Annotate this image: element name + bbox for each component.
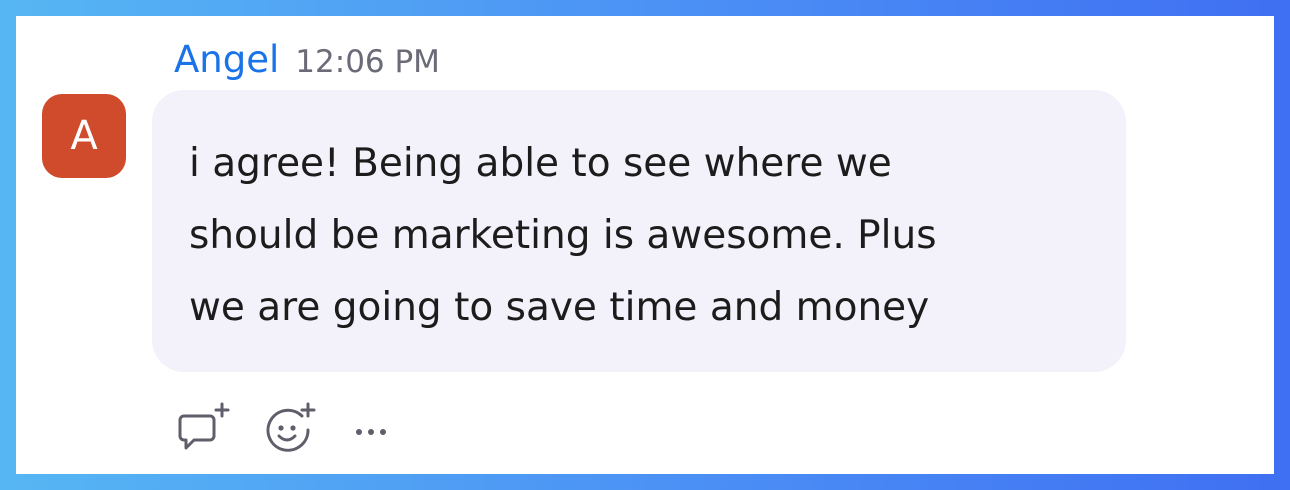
more-options-icon — [356, 429, 386, 435]
message-text: i agree! Being able to see where we shou… — [189, 141, 937, 330]
message-timestamp: 12:06 PM — [295, 44, 440, 80]
add-reaction-button[interactable] — [262, 398, 322, 458]
sender-name[interactable]: Angel — [174, 38, 279, 81]
avatar[interactable]: A — [42, 94, 126, 178]
reaction-add-icon — [266, 402, 316, 452]
message-actions — [176, 398, 396, 458]
message-bubble: i agree! Being able to see where we shou… — [152, 90, 1126, 372]
reply-button[interactable] — [176, 398, 236, 458]
chat-message-panel: Angel 12:06 PM A i agree! Being able to … — [16, 16, 1274, 474]
message-header: Angel 12:06 PM — [174, 38, 440, 81]
more-options-button[interactable] — [350, 398, 396, 458]
reply-add-icon — [178, 402, 230, 450]
avatar-initial: A — [70, 113, 98, 159]
